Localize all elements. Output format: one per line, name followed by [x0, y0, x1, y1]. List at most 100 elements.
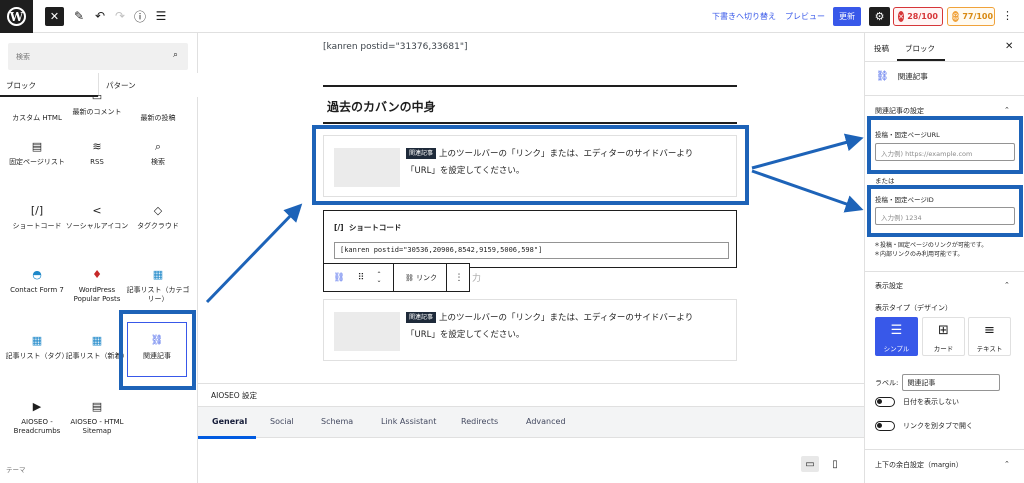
section-heading[interactable]: 過去のカバンの中身: [323, 94, 737, 124]
divider: [865, 95, 1024, 96]
toggle-label: リンクを別タブで開く: [903, 422, 973, 430]
readability-score-button[interactable]: ☺ 77/100: [947, 7, 995, 26]
block-article-list-category[interactable]: ▦ 記事リスト（カテゴリー）: [126, 268, 190, 304]
tab-block[interactable]: ブロック: [905, 43, 935, 54]
shortcode-block[interactable]: [/] ショートコード [kanren postid="30536,20906,…: [323, 210, 737, 268]
tab-advanced[interactable]: Advanced: [526, 417, 566, 426]
list-view-icon[interactable]: ☰: [154, 9, 168, 23]
seo-score-button[interactable]: ✕ 28/100: [893, 7, 943, 26]
grid-icon: ⊞: [938, 323, 949, 338]
style-text-button[interactable]: ≡ テキスト: [968, 317, 1011, 356]
shortcode-icon: [/]: [30, 204, 44, 217]
rss-icon: ≋: [92, 140, 102, 153]
article-list-icon: ▦: [31, 334, 43, 347]
related-badge: 関連記事: [406, 312, 437, 323]
chevron-up-icon[interactable]: ⌃: [1004, 460, 1010, 468]
block-inserter: 検索 ⌕ ブロック パターン カスタム HTML ▭ 最新のコメント 最新の投稿 …: [0, 33, 198, 483]
block-tag-cloud[interactable]: ◇ タグクラウド: [126, 204, 190, 231]
posts-icon: [126, 100, 190, 110]
block-custom-html[interactable]: カスタム HTML: [5, 100, 69, 123]
preview-button[interactable]: プレビュー: [785, 11, 825, 22]
thumbnail-placeholder: [334, 312, 400, 351]
block-rss[interactable]: ≋ RSS: [65, 140, 129, 167]
related-card-text: 関連記事 上のツールバーの「リンク」または、エディターのサイドバーより「URL」を…: [406, 310, 721, 344]
close-icon[interactable]: ✕: [1005, 41, 1013, 52]
block-label: AIOSEO - HTML Sitemap: [70, 418, 124, 435]
hide-date-toggle[interactable]: [875, 397, 895, 407]
tab-social[interactable]: Social: [270, 417, 294, 426]
block-shortcode[interactable]: [/] ショートコード: [5, 204, 69, 231]
id-input[interactable]: 入力例) 1234: [875, 207, 1015, 225]
style-simple-button[interactable]: ☰ シンプル: [875, 317, 918, 356]
active-tab-indicator: [897, 59, 945, 61]
tab-redirects[interactable]: Redirects: [461, 417, 498, 426]
related-article-card[interactable]: 関連記事 上のツールバーの「リンク」または、エディターのサイドバーより「URL」を…: [323, 299, 737, 361]
url-input[interactable]: 入力例) https://example.com: [875, 143, 1015, 161]
tab-post[interactable]: 投稿: [874, 43, 889, 54]
redo-icon[interactable]: ↷: [113, 9, 127, 23]
block-toolbar: ⛓ ⠿ ⌃ ⌄ ⛓ リンク ⋮: [323, 263, 470, 292]
aioseo-title[interactable]: AIOSEO 設定: [211, 390, 257, 401]
toggle-new-tab-row[interactable]: リンクを別タブで開く: [875, 421, 973, 431]
block-search[interactable]: ⌕ 検索: [126, 140, 190, 167]
section-display-settings[interactable]: 表示設定: [875, 281, 903, 291]
wordpress-logo-icon: W: [7, 7, 26, 26]
block-label: RSS: [90, 158, 104, 166]
switch-to-draft-button[interactable]: 下書きへ切り替え: [712, 11, 776, 22]
mobile-icon[interactable]: ▯: [826, 456, 844, 472]
settings-sidebar: 投稿 ブロック ✕ ⛓ 関連記事 関連記事の設定 ⌃ 投稿・固定ページURL 入力…: [864, 33, 1024, 483]
more-options-icon[interactable]: ⋮: [1002, 9, 1013, 22]
thumbnail-placeholder: [334, 148, 400, 187]
share-icon: <: [92, 204, 102, 217]
tab-schema[interactable]: Schema: [321, 417, 353, 426]
update-button[interactable]: 更新: [833, 7, 861, 26]
block-label: 最新の投稿: [140, 114, 176, 122]
block-latest-comments[interactable]: ▭ 最新のコメント: [65, 90, 129, 117]
related-article-card[interactable]: 関連記事 上のツールバーの「リンク」または、エディターのサイドバーより「URL」を…: [323, 135, 737, 197]
info-icon[interactable]: ⓘ: [133, 9, 147, 24]
block-page-list[interactable]: ▤ 固定ページリスト: [5, 140, 69, 167]
block-aioseo-breadcrumbs[interactable]: ▶ AIOSEO - Breadcrumbs: [5, 400, 69, 436]
shortcode-input[interactable]: [kanren postid="30536,20906,8542,9159,50…: [334, 242, 729, 259]
block-label: WordPress Popular Posts: [73, 286, 121, 303]
toolbar-link-button[interactable]: ⛓ リンク: [396, 264, 446, 291]
block-name: 関連記事: [897, 72, 928, 81]
tag-icon: ◇: [153, 204, 163, 217]
block-label: 検索: [151, 158, 165, 166]
desktop-icon[interactable]: ▭: [801, 456, 819, 472]
block-article-list-tag[interactable]: ▦ 記事リスト（タグ）: [5, 334, 69, 361]
block-latest-posts[interactable]: 最新の投稿: [126, 100, 190, 123]
settings-button[interactable]: ⚙: [869, 7, 890, 26]
chevron-up-icon[interactable]: ⌃: [1004, 281, 1010, 289]
link-icon[interactable]: ⛓: [324, 264, 354, 291]
block-social-icons[interactable]: < ソーシャルアイコン: [65, 204, 129, 231]
wordpress-logo-button[interactable]: W: [0, 0, 33, 33]
close-inserter-button[interactable]: ✕: [45, 7, 64, 26]
tab-blocks[interactable]: ブロック: [6, 80, 36, 91]
block-contact-form-7[interactable]: ◓ Contact Form 7: [5, 268, 69, 295]
block-wordpress-popular-posts[interactable]: ♦ WordPress Popular Posts: [65, 268, 129, 304]
block-search-input[interactable]: 検索 ⌕: [8, 43, 188, 70]
list-icon: ☰: [890, 323, 903, 338]
label-input[interactable]: 関連記事: [902, 374, 1001, 391]
toggle-hide-date-row[interactable]: 日付を表示しない: [875, 397, 959, 407]
block-related-articles[interactable]: ⛓ 関連記事: [127, 322, 187, 377]
block-label: ソーシャルアイコン: [65, 222, 129, 230]
style-card-button[interactable]: ⊞ カード: [922, 317, 965, 356]
url-label: 投稿・固定ページURL: [875, 131, 940, 139]
shortcode-text-top[interactable]: [kanren postid="31376,33681"]: [323, 42, 468, 52]
tab-link-assistant[interactable]: Link Assistant: [381, 417, 436, 426]
new-tab-toggle[interactable]: [875, 421, 895, 431]
tab-general[interactable]: General: [212, 417, 247, 426]
pen-icon[interactable]: ✎: [72, 9, 86, 23]
block-label: カスタム HTML: [12, 114, 62, 122]
undo-icon[interactable]: ↶: [93, 9, 107, 23]
link-icon: ⛓: [150, 335, 164, 346]
block-aioseo-html-sitemap[interactable]: ▤ AIOSEO - HTML Sitemap: [65, 400, 129, 436]
section-margin-settings[interactable]: 上下の余白設定（margin）: [875, 460, 963, 470]
chevron-up-icon[interactable]: ⌃: [1004, 106, 1010, 114]
section-related-settings[interactable]: 関連記事の設定: [875, 106, 924, 116]
more-options-icon[interactable]: ⋮: [448, 264, 470, 291]
move-up-down-icon[interactable]: ⌃ ⌄: [370, 264, 388, 291]
drag-handle-icon[interactable]: ⠿: [352, 264, 370, 291]
